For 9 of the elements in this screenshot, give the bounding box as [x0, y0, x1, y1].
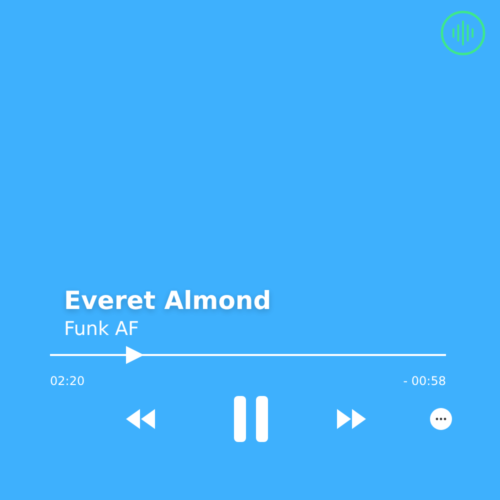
elapsed-time: 02:20	[50, 374, 85, 388]
sound-wave-icon	[440, 10, 486, 56]
more-button[interactable]	[430, 408, 452, 430]
remaining-time: - 00:58	[403, 374, 446, 388]
fast-forward-button[interactable]	[336, 409, 366, 429]
artist-name: Funk AF	[64, 317, 139, 342]
pause-button[interactable]	[234, 396, 268, 442]
song-title: Everet Almond	[64, 286, 272, 316]
rewind-button[interactable]	[126, 409, 156, 429]
